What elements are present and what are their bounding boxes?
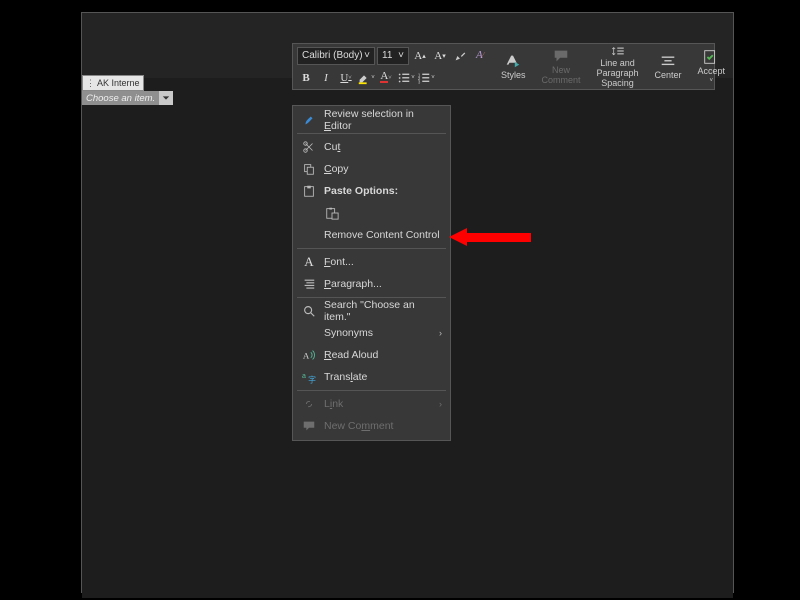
paragraph-icon	[301, 276, 317, 292]
editor-icon	[301, 112, 317, 128]
paste-icon	[301, 183, 317, 199]
link-icon	[301, 396, 317, 412]
menu-read-aloud[interactable]: A Read Aloud	[293, 344, 450, 366]
menu-new-comment: New Comment	[293, 415, 450, 437]
menu-copy[interactable]: Copy	[293, 158, 450, 180]
font-name-select[interactable]: Calibri (Body)˅	[297, 47, 375, 65]
line-spacing-button[interactable]: Line and Paragraph Spacing	[592, 44, 644, 89]
bold-button[interactable]: B	[297, 69, 315, 87]
new-comment-button: New Comment	[537, 44, 586, 89]
menu-link: Link ›	[293, 393, 450, 415]
arrow-head-icon	[449, 228, 467, 246]
copy-icon	[301, 161, 317, 177]
annotation-arrow	[449, 228, 531, 246]
separator	[297, 133, 446, 134]
highlight-icon	[357, 71, 371, 85]
underline-button[interactable]: U ˅	[337, 69, 355, 87]
separator	[297, 248, 446, 249]
line-spacing-icon	[609, 44, 627, 58]
chevron-right-icon: ›	[439, 328, 442, 338]
svg-text:a: a	[302, 373, 306, 380]
font-color-button[interactable]: A˅	[377, 69, 395, 87]
highlight-button[interactable]: ˅	[357, 69, 375, 87]
menu-paste-options-label: Paste Options:	[293, 180, 450, 202]
paste-option-icon	[324, 205, 340, 221]
chevron-down-icon: ˅	[364, 50, 370, 61]
chevron-down-icon	[162, 94, 170, 102]
svg-text:字: 字	[308, 374, 316, 384]
search-icon	[301, 303, 317, 319]
scissors-icon	[301, 139, 317, 155]
font-size-select[interactable]: 11˅	[377, 47, 409, 65]
separator	[297, 390, 446, 391]
translate-icon: a字	[301, 369, 317, 385]
numbering-button[interactable]: 123˅	[417, 69, 435, 87]
menu-search[interactable]: Search "Choose an item."	[293, 300, 450, 322]
italic-button[interactable]: I	[317, 69, 335, 87]
comment-icon	[301, 418, 317, 434]
decrease-font-size-button[interactable]: A▾	[431, 47, 449, 65]
menu-translate[interactable]: a字 Translate	[293, 366, 450, 388]
menu-font[interactable]: A Font...	[293, 251, 450, 273]
center-button[interactable]: Center	[650, 44, 687, 89]
svg-text:A: A	[303, 351, 310, 361]
mini-toolbar: Calibri (Body)˅ 11˅ A▴ A▾ B I U ˅ ˅ A˅	[292, 43, 715, 90]
content-control-dropdown-button[interactable]	[159, 91, 173, 105]
numbering-icon: 123	[417, 71, 431, 85]
center-align-icon	[659, 52, 677, 70]
styles-icon	[504, 52, 522, 70]
menu-synonyms[interactable]: Synonyms ›	[293, 322, 450, 344]
chevron-right-icon: ›	[439, 399, 442, 409]
comment-icon	[552, 47, 570, 65]
font-icon: A	[301, 254, 317, 270]
separator	[297, 297, 446, 298]
menu-remove-content-control[interactable]: Remove Content Control	[293, 224, 450, 246]
context-menu: Review selection in Editor Cut Copy Past…	[292, 105, 451, 441]
chevron-down-icon: ˅	[710, 78, 714, 85]
menu-paragraph[interactable]: Paragraph...	[293, 273, 450, 295]
content-control-tag[interactable]: AK Interne	[82, 75, 144, 91]
accept-icon	[702, 48, 720, 66]
read-aloud-icon: A	[301, 347, 317, 363]
content-control-placeholder[interactable]: Choose an item.	[82, 91, 159, 105]
content-control-tag-label: AK Interne	[97, 78, 140, 88]
brush-icon	[453, 49, 467, 63]
bullets-button[interactable]: ˅	[397, 69, 415, 87]
app-window: AK Interne Choose an item. Calibri (Body…	[81, 12, 734, 593]
clear-formatting-button[interactable]: A⁄	[471, 46, 489, 64]
menu-cut[interactable]: Cut	[293, 136, 450, 158]
menu-review-editor[interactable]: Review selection in Editor	[293, 109, 450, 131]
chevron-down-icon: ˅	[398, 50, 404, 61]
menu-paste-keep-source[interactable]	[293, 202, 450, 224]
svg-text:3: 3	[418, 79, 421, 84]
accept-button[interactable]: Accept ˅	[693, 44, 731, 89]
increase-font-size-button[interactable]: A▴	[411, 47, 429, 65]
bullets-icon	[397, 71, 411, 85]
format-painter-button[interactable]	[451, 47, 469, 65]
styles-button[interactable]: Styles	[496, 44, 531, 89]
